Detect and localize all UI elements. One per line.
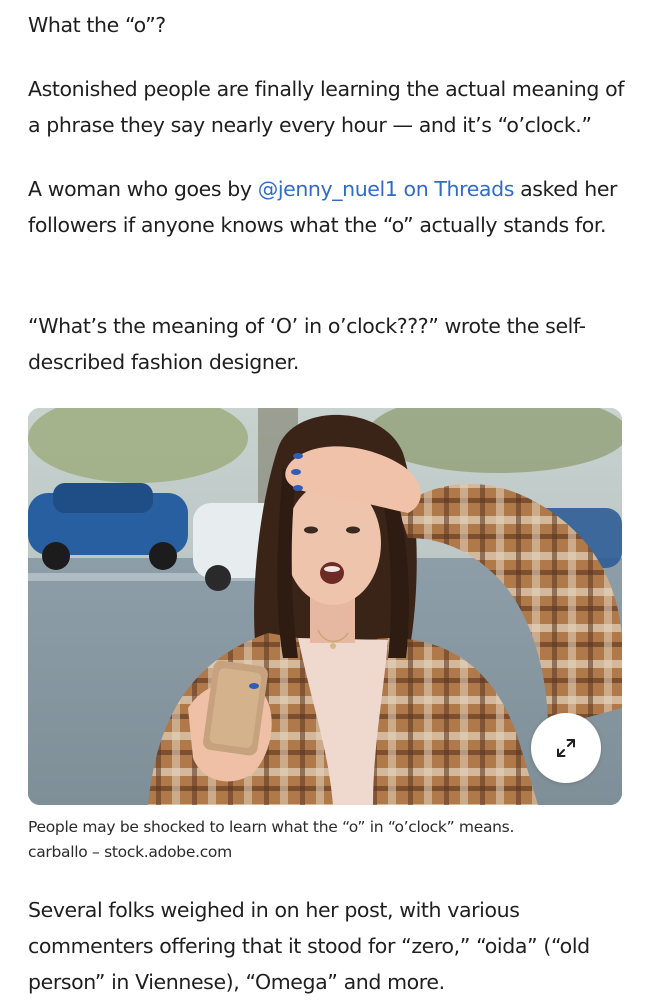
article-photo[interactable] xyxy=(28,408,622,805)
photo-caption: People may be shocked to learn what the … xyxy=(28,815,628,865)
paragraph-subheading: What the “o”? xyxy=(28,13,166,37)
paragraph-responses: Several folks weighed in on her post, wi… xyxy=(28,898,590,994)
photo-credit: carballo – stock.adobe.com xyxy=(28,843,232,861)
caption-text: People may be shocked to learn what the … xyxy=(28,818,515,836)
threads-profile-link[interactable]: @jenny_nuel1 on Threads xyxy=(258,177,515,201)
paragraph-intro-text: Astonished people are finally learning t… xyxy=(28,77,625,137)
expand-image-button[interactable] xyxy=(531,713,601,783)
paragraph-woman: A woman who goes by @jenny_nuel1 on Thre… xyxy=(28,171,628,243)
paragraph-intro: Astonished people are finally learning t… xyxy=(28,71,628,143)
paragraph-woman-before: A woman who goes by xyxy=(28,177,258,201)
paragraph-quote: “What’s the meaning of ‘O’ in o’clock???… xyxy=(28,314,586,374)
expand-arrows-icon xyxy=(557,739,575,757)
